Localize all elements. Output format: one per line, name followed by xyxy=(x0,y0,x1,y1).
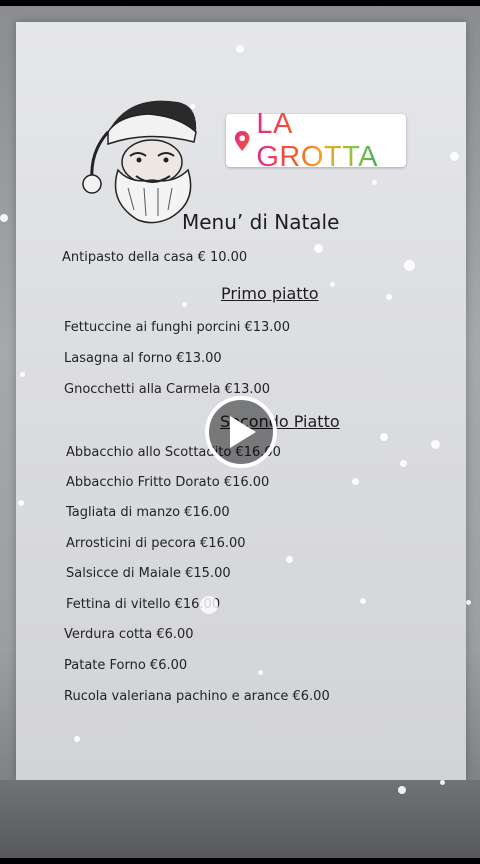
bottom-band xyxy=(0,780,480,864)
menu-item-secondo-7: Verdura cotta €6.00 xyxy=(64,627,194,642)
menu-item-secondo-5: Salsicce di Maiale €15.00 xyxy=(66,566,231,581)
location-label: LA GROTTA xyxy=(256,108,406,174)
menu-item-primo-1: Fettuccine ai funghi porcini €13.00 xyxy=(64,320,290,335)
menu-item-secondo-6: Fettina di vitello €16.00 xyxy=(66,597,221,612)
santa-illustration-icon xyxy=(82,100,197,224)
menu-item-secondo-2: Abbacchio Fritto Dorato €16.00 xyxy=(66,475,270,490)
menu-item-secondo-4: Arrosticini di pecora €16.00 xyxy=(66,536,246,551)
menu-title: Menu’ di Natale xyxy=(182,210,340,234)
menu-item-secondo-9: Rucola valeriana pachino e arance €6.00 xyxy=(64,689,330,704)
bottom-bar xyxy=(0,858,480,864)
play-button[interactable] xyxy=(205,396,277,468)
primo-section-title: Primo piatto xyxy=(221,284,319,303)
location-sticker[interactable]: LA GROTTA xyxy=(226,108,406,173)
menu-item-primo-2: Lasagna al forno €13.00 xyxy=(64,351,222,366)
antipasto-item: Antipasto della casa € 10.00 xyxy=(62,250,248,265)
menu-item-secondo-3: Tagliata di manzo €16.00 xyxy=(66,505,230,520)
menu-item-secondo-8: Patate Forno €6.00 xyxy=(64,658,188,673)
menu-item-primo-3: Gnocchetti alla Carmela €13.00 xyxy=(64,382,271,397)
top-bar xyxy=(0,0,480,6)
play-icon xyxy=(230,416,256,448)
location-pin-icon xyxy=(234,130,250,151)
